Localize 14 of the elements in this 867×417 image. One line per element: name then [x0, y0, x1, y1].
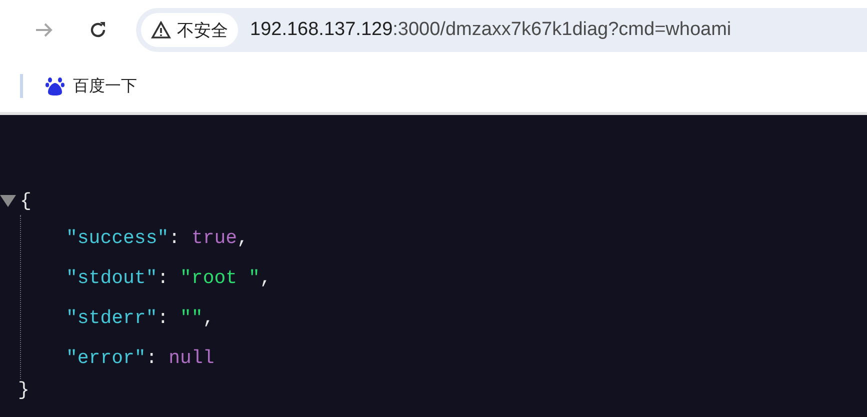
json-line: "error": null [66, 347, 216, 371]
open-brace: { [20, 190, 32, 212]
collapse-toggle-icon[interactable] [0, 195, 16, 207]
bookmark-item[interactable]: 百度一下 [45, 76, 137, 96]
warning-icon [151, 21, 171, 39]
json-line: "stderr": "", [66, 307, 216, 331]
close-brace: } [18, 379, 30, 401]
paw-icon [45, 76, 65, 96]
json-line: "stdout": "root ", [66, 267, 272, 291]
address-bar[interactable]: 不安全 192.168.137.129:3000/dmzaxx7k67k1diag?cmd=whoami [136, 8, 867, 52]
security-chip[interactable]: 不安全 [141, 13, 238, 47]
json-line: "success": true, [66, 227, 250, 251]
reload-icon [88, 20, 108, 40]
url-text: 192.168.137.129:3000/dmzaxx7k67k1diag?cmd=whoami [250, 19, 732, 41]
